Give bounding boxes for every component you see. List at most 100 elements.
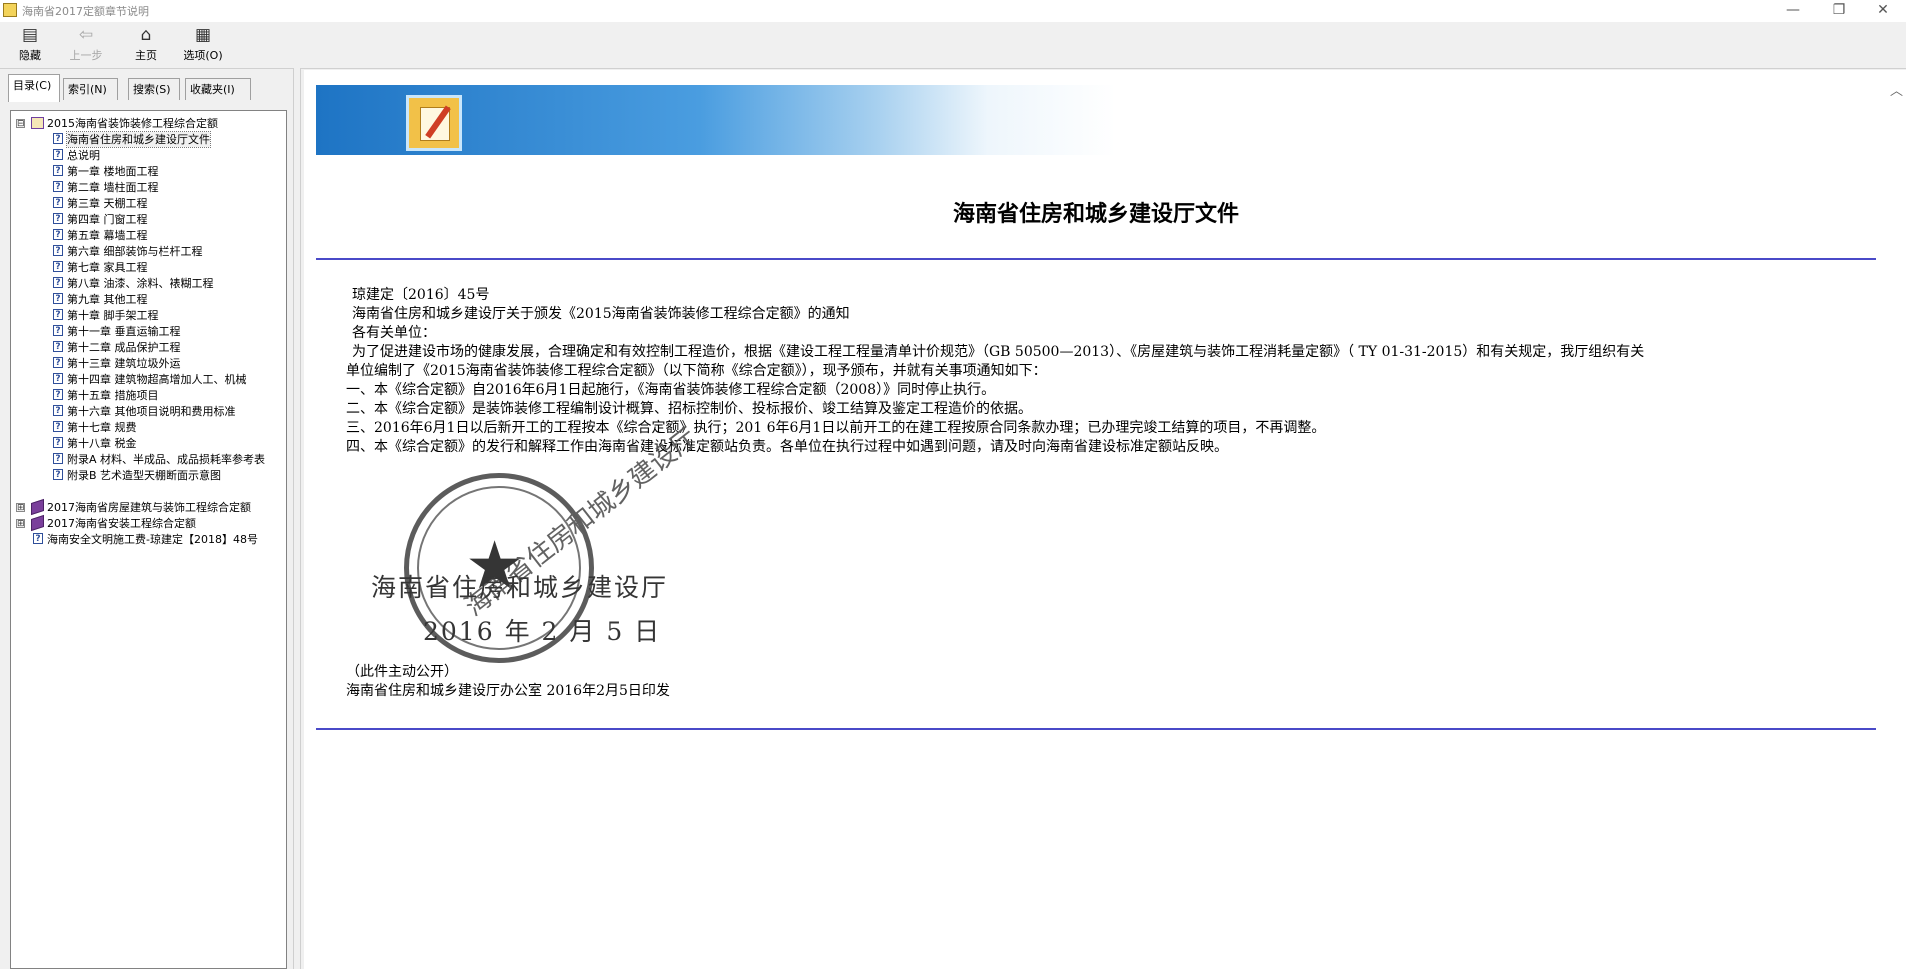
close-button[interactable]: ✕ bbox=[1860, 0, 1906, 22]
tree-node-label: 第四章 门窗工程 bbox=[67, 213, 148, 226]
help-topic-icon: ? bbox=[53, 373, 63, 384]
expand-icon[interactable]: ⊞ bbox=[16, 503, 25, 513]
help-topic-icon: ? bbox=[33, 533, 43, 544]
tree-node-label: 海南省住房和城乡建设厅文件 bbox=[66, 131, 211, 148]
top-rule bbox=[316, 258, 1876, 260]
closed-book-icon bbox=[31, 498, 44, 516]
tree-node-label: 第七章 家具工程 bbox=[67, 261, 148, 274]
hide-button[interactable]: ▤ 隐藏 bbox=[12, 25, 48, 65]
hide-label: 隐藏 bbox=[19, 49, 41, 62]
expand-icon[interactable]: ⊞ bbox=[16, 519, 25, 529]
tree-node-label: 第一章 楼地面工程 bbox=[67, 165, 159, 178]
help-topic-icon: ? bbox=[53, 437, 63, 448]
tab-contents[interactable]: 目录(C) bbox=[8, 74, 60, 102]
tree-node-label: 2017海南省房屋建筑与装饰工程综合定额 bbox=[47, 501, 251, 514]
help-topic-icon: ? bbox=[53, 277, 63, 288]
tree-node-safety-fee[interactable]: ? 海南安全文明施工费-琼建定【2018】48号 bbox=[13, 532, 283, 547]
public-note: （此件主动公开） bbox=[346, 664, 458, 680]
help-topic-icon: ? bbox=[53, 197, 63, 208]
document-pane: 海南省住房和城乡建设厅文件 琼建定〔2016〕45号 海南省住房和城乡建设厅关于… bbox=[304, 70, 1906, 969]
tree-node-label: 第九章 其他工程 bbox=[67, 293, 148, 306]
bottom-rule bbox=[316, 728, 1876, 730]
help-topic-icon: ? bbox=[53, 245, 63, 256]
help-topic-icon: ? bbox=[53, 453, 63, 464]
help-topic-icon: ? bbox=[53, 293, 63, 304]
intro-paragraph-line1: 为了促进建设市场的健康发展，合理确定和有效控制工程造价，根据《建设工程工程量清单… bbox=[352, 344, 1645, 360]
help-topic-icon: ? bbox=[53, 341, 63, 352]
tree-node-label: 2017海南省安装工程综合定额 bbox=[47, 517, 196, 530]
help-topic-icon: ? bbox=[53, 261, 63, 272]
help-topic-icon: ? bbox=[53, 325, 63, 336]
help-topic-icon: ? bbox=[53, 213, 63, 224]
tree-node-label: 第六章 细部装饰与栏杆工程 bbox=[67, 245, 203, 258]
document-footer: （此件主动公开） 海南省住房和城乡建设厅办公室 2016年2月5日印发 bbox=[346, 663, 670, 701]
home-button[interactable]: ⌂ 主页 bbox=[128, 25, 164, 65]
tree-node-label: 第十章 脚手架工程 bbox=[67, 309, 159, 322]
tree-node-label: 总说明 bbox=[67, 149, 100, 162]
tree-node-label: 第十八章 税金 bbox=[67, 437, 137, 450]
navigation-pane: 目录(C) 索引(N) 搜索(S) 收藏夹(I) ⊟ 2015海南省装饰装修工程… bbox=[4, 70, 293, 969]
greeting: 各有关单位： bbox=[352, 325, 436, 341]
back-arrow-icon: ⇦ bbox=[78, 25, 94, 45]
vertical-scrollbar[interactable]: ︿ bbox=[1889, 70, 1906, 969]
help-topic-icon: ? bbox=[53, 149, 63, 160]
notice-item-3: 三、2016年6月1日以后新开工的工程按本《综合定额》执行；201 6年6月1日… bbox=[346, 420, 1326, 436]
home-label: 主页 bbox=[135, 49, 157, 62]
hide-icon: ▤ bbox=[21, 25, 39, 45]
notice-item-1: 一、本《综合定额》自2016年6月1日起施行，《海南省装饰装修工程综合定额（20… bbox=[346, 382, 996, 398]
notice-title: 海南省住房和城乡建设厅关于颁发《2015海南省装饰装修工程综合定额》的通知 bbox=[352, 306, 850, 322]
help-topic-icon: ? bbox=[53, 229, 63, 240]
tree-node-label: 第十五章 措施项目 bbox=[67, 389, 159, 402]
options-label: 选项(O) bbox=[183, 49, 223, 62]
help-topic-icon: ? bbox=[53, 133, 63, 144]
closed-book-icon bbox=[31, 514, 44, 532]
restore-button[interactable]: ❐ bbox=[1816, 0, 1862, 22]
tree-node-label: 附录A 材料、半成品、成品损耗率参考表 bbox=[67, 453, 266, 466]
title-bar: 海南省2017定额章节说明 — ❐ ✕ bbox=[0, 0, 1906, 22]
tree-node-label: 第十三章 建筑垃圾外运 bbox=[67, 357, 181, 370]
document-icon bbox=[406, 95, 462, 151]
help-topic-icon: ? bbox=[53, 405, 63, 416]
tree-node-label: 第八章 油漆、涂料、裱糊工程 bbox=[67, 277, 214, 290]
collapse-icon[interactable]: ⊟ bbox=[16, 119, 25, 129]
window-title: 海南省2017定额章节说明 bbox=[22, 5, 149, 18]
minimize-button[interactable]: — bbox=[1770, 0, 1816, 22]
notice-item-4: 四、本《综合定额》的发行和解释工作由海南省建设标准定额站负责。各单位在执行过程中… bbox=[346, 439, 1228, 455]
contents-tree: ⊟ 2015海南省装饰装修工程综合定额 ? 海南省住房和城乡建设厅文件? 总说明? 第… bbox=[10, 110, 287, 969]
tree-node-2017-building[interactable]: ⊞ 2017海南省房屋建筑与装饰工程综合定额 bbox=[13, 498, 283, 516]
tree-node-label: 第十七章 规费 bbox=[67, 421, 137, 434]
tab-search[interactable]: 搜索(S) bbox=[128, 78, 180, 100]
back-button[interactable]: ⇦ 上一步 bbox=[66, 25, 106, 65]
document-body: 琼建定〔2016〕45号 海南省住房和城乡建设厅关于颁发《2015海南省装饰装修… bbox=[346, 286, 1876, 457]
help-topic-icon: ? bbox=[53, 469, 63, 480]
tree-node-label: 2015海南省装饰装修工程综合定额 bbox=[47, 117, 218, 130]
help-topic-icon: ? bbox=[53, 357, 63, 368]
back-label: 上一步 bbox=[69, 49, 103, 62]
tree-node-label: 海南安全文明施工费-琼建定【2018】48号 bbox=[47, 533, 258, 546]
help-topic-icon: ? bbox=[53, 389, 63, 400]
signature-date: 2016 年 2 月 5 日 bbox=[423, 617, 662, 646]
intro-paragraph-line2: 单位编制了《2015海南省装饰装修工程综合定额》（以下简称《综合定额》），现予颁… bbox=[346, 363, 1047, 379]
notice-item-2: 二、本《综合定额》是装饰装修工程编制设计概算、招标控制价、投标报价、竣工结算及鉴… bbox=[346, 401, 1032, 417]
document-title: 海南省住房和城乡建设厅文件 bbox=[952, 201, 1239, 227]
options-button[interactable]: ▦ 选项(O) bbox=[180, 25, 226, 65]
tab-favorites[interactable]: 收藏夹(I) bbox=[185, 78, 251, 100]
signature-organization: 海南省住房和城乡建设厅 bbox=[371, 573, 669, 602]
tree-node-label: 第十四章 建筑物超高增加人工、机械 bbox=[67, 373, 247, 386]
tree-node-2017-installation[interactable]: ⊞ 2017海南省安装工程综合定额 bbox=[13, 514, 283, 532]
tab-index[interactable]: 索引(N) bbox=[63, 78, 118, 100]
tree-node-label: 第十一章 垂直运输工程 bbox=[67, 325, 181, 338]
tree-node-label: 第十二章 成品保护工程 bbox=[67, 341, 181, 354]
pane-splitter[interactable] bbox=[293, 68, 301, 969]
open-book-icon bbox=[31, 117, 44, 129]
tree-node-label: 第十六章 其他项目说明和费用标准 bbox=[67, 405, 236, 418]
issued-by: 海南省住房和城乡建设厅办公室 2016年2月5日印发 bbox=[346, 683, 670, 699]
help-topic-icon: ? bbox=[53, 309, 63, 320]
document-banner bbox=[316, 85, 1116, 155]
scroll-up-icon[interactable]: ︿ bbox=[1890, 80, 1903, 99]
tree-node-2015-decoration[interactable]: ⊟ 2015海南省装饰装修工程综合定额 bbox=[13, 116, 283, 131]
options-icon: ▦ bbox=[194, 25, 212, 45]
tree-node-label: 第二章 墙柱面工程 bbox=[67, 181, 159, 194]
document-number: 琼建定〔2016〕45号 bbox=[352, 287, 490, 303]
help-topic-icon: ? bbox=[53, 181, 63, 192]
